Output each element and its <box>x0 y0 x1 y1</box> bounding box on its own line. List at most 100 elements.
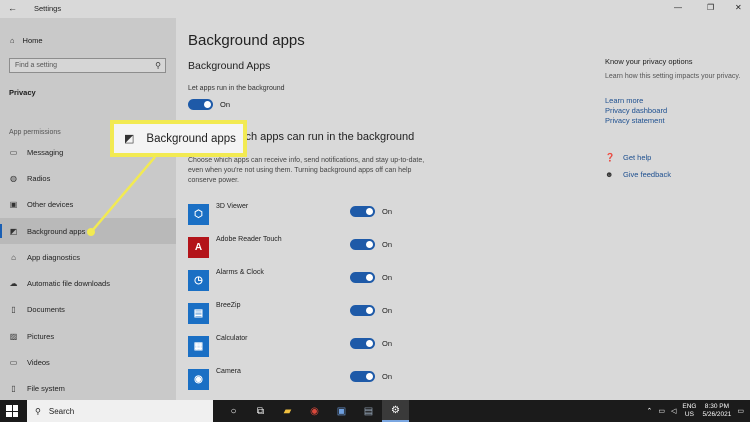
sidebar-item-documents[interactable]: ▯ Documents <box>0 297 176 323</box>
sidebar-list: ▭ Messaging ◍ Radios ▣ Other devices ◩ B… <box>0 139 176 402</box>
clock[interactable]: 8:30 PM 5/26/2021 <box>702 403 731 419</box>
app-name: Calculator <box>216 335 248 342</box>
app-toggle[interactable]: On <box>350 371 392 382</box>
sidebar-item-label: File system <box>27 384 65 394</box>
breezip-icon: ▤ <box>188 303 209 324</box>
help-icon: ❓ <box>605 153 615 162</box>
get-help-link[interactable]: ❓ Get help <box>605 153 651 162</box>
cloud-download-icon: ☁ <box>9 279 18 289</box>
maximize-button[interactable]: ❐ <box>707 3 714 12</box>
privacy-dashboard-link[interactable]: Privacy dashboard <box>605 106 667 115</box>
app-row-camera: ◉ Camera On <box>188 363 428 396</box>
sidebar-item-label: Videos <box>27 358 50 368</box>
sidebar-item-label: Other devices <box>27 200 74 210</box>
back-arrow-icon[interactable]: ← <box>8 3 17 13</box>
language-indicator[interactable]: ENG US <box>682 403 696 419</box>
find-setting-input[interactable]: Find a setting ⚲ <box>9 58 166 73</box>
taskbar: ⚲ Search ○ ⧉ ▰ ◉ ▣ ▤ ⚙ ⌃ ▭ ◁ ENG US 8:30… <box>0 400 750 422</box>
sidebar-item-videos[interactable]: ▭ Videos <box>0 349 176 375</box>
sidebar-item-file-system[interactable]: ▯ File system <box>0 376 176 402</box>
app-toggle[interactable]: On <box>350 239 392 250</box>
file-explorer-icon[interactable]: ▰ <box>274 400 301 422</box>
app-row-alarms-clock: ◷ Alarms & Clock On <box>188 264 428 297</box>
cortana-icon[interactable]: ○ <box>220 400 247 422</box>
toggle-switch[interactable] <box>350 371 375 382</box>
privacy-options-desc: Learn how this setting impacts your priv… <box>605 73 741 80</box>
toggle-switch[interactable] <box>350 305 375 316</box>
app-toggle[interactable]: On <box>350 272 392 283</box>
taskbar-pinned-apps: ○ ⧉ ▰ ◉ ▣ ▤ ⚙ <box>220 400 409 422</box>
sidebar-item-app-diagnostics[interactable]: ⌂ App diagnostics <box>0 244 176 270</box>
settings-gear-icon[interactable]: ⚙ <box>382 400 409 422</box>
sidebar-item-other-devices[interactable]: ▣ Other devices <box>0 192 176 218</box>
toggle-state: On <box>382 372 393 381</box>
toggle-state: On <box>382 306 393 315</box>
file-icon: ▯ <box>11 384 16 394</box>
devices-icon: ▣ <box>9 200 18 210</box>
document-icon: ▯ <box>11 305 16 315</box>
toggle-state: On <box>382 240 393 249</box>
search-icon[interactable]: ⚲ <box>155 61 161 70</box>
taskbar-search[interactable]: ⚲ Search <box>27 400 213 422</box>
app-row-breezip: ▤ BreeZip On <box>188 297 428 330</box>
app-name: Alarms & Clock <box>216 269 264 276</box>
adobe-reader-icon: A <box>188 237 209 258</box>
volume-icon[interactable]: ◁ <box>671 407 676 415</box>
computer-icon[interactable]: ▣ <box>328 400 355 422</box>
toggle-switch[interactable] <box>350 338 375 349</box>
toggle-state: On <box>220 100 231 109</box>
callout-label: Background apps <box>146 132 236 145</box>
task-view-icon[interactable]: ⧉ <box>247 400 274 422</box>
toggle-switch[interactable] <box>350 206 375 217</box>
sidebar-item-label: Pictures <box>27 331 55 341</box>
give-feedback-link[interactable]: ☻ Give feedback <box>605 170 671 179</box>
app-name: Camera <box>216 368 241 375</box>
video-icon: ▭ <box>9 358 18 368</box>
app-row-3d-viewer: ⬡ 3D Viewer On <box>188 198 428 231</box>
windows-start-icon[interactable] <box>6 405 18 417</box>
app-toggle[interactable]: On <box>350 305 392 316</box>
sidebar-item-radios[interactable]: ◍ Radios <box>0 165 176 191</box>
system-tray: ⌃ ▭ ◁ ENG US 8:30 PM 5/26/2021 ▭ <box>646 400 744 422</box>
let-apps-run-label: Let apps run in the background <box>188 85 285 92</box>
home-label: Home <box>22 36 43 45</box>
sidebar-item-label: App diagnostics <box>27 252 80 262</box>
notification-icon[interactable]: ▭ <box>737 407 744 415</box>
app-toggle[interactable]: On <box>350 338 392 349</box>
diagnostics-icon: ⌂ <box>11 252 16 262</box>
picture-icon: ▨ <box>9 331 18 341</box>
sidebar-home[interactable]: ⌂ Home <box>10 36 43 45</box>
sidebar-item-label: Documents <box>27 305 65 315</box>
home-icon: ⌂ <box>10 36 15 45</box>
chrome-icon[interactable]: ◉ <box>301 400 328 422</box>
sidebar: ⌂ Home Find a setting ⚲ Privacy App perm… <box>0 18 176 400</box>
learn-more-link[interactable]: Learn more <box>605 96 643 105</box>
background-apps-icon: ◩ <box>124 133 135 145</box>
toggle-switch[interactable] <box>188 99 213 110</box>
sidebar-section-title: Privacy <box>9 88 36 97</box>
taskbar-search-label: Search <box>48 406 75 416</box>
page-title: Background apps <box>188 32 305 49</box>
sidebar-item-pictures[interactable]: ▨ Pictures <box>0 323 176 349</box>
app-toggle[interactable]: On <box>350 206 392 217</box>
toggle-switch[interactable] <box>350 239 375 250</box>
privacy-options-title: Know your privacy options <box>605 57 693 66</box>
toggle-state: On <box>382 207 393 216</box>
sidebar-group-label: App permissions <box>9 129 61 136</box>
network-icon[interactable]: ▭ <box>658 407 665 415</box>
choose-apps-description: Choose which apps can receive info, send… <box>188 157 425 184</box>
minimize-button[interactable]: — <box>674 3 682 12</box>
close-button[interactable]: ✕ <box>735 3 742 12</box>
message-icon: ▭ <box>9 147 18 157</box>
settings-window: ← Settings — ❐ ✕ ⌂ Home Find a setting ⚲… <box>0 0 750 400</box>
sidebar-item-automatic-file-downloads[interactable]: ☁ Automatic file downloads <box>0 270 176 296</box>
privacy-statement-link[interactable]: Privacy statement <box>605 116 665 125</box>
chevron-up-icon[interactable]: ⌃ <box>646 407 652 415</box>
date: 5/26/2021 <box>702 411 732 418</box>
region-code: US <box>684 411 694 418</box>
sidebar-item-background-apps[interactable]: ◩ Background apps <box>0 217 176 245</box>
toggle-switch[interactable] <box>350 272 375 283</box>
background-apps-callout: ◩ Background apps <box>110 120 247 157</box>
background-apps-master-toggle[interactable]: On <box>188 99 230 110</box>
app-icon[interactable]: ▤ <box>355 400 382 422</box>
